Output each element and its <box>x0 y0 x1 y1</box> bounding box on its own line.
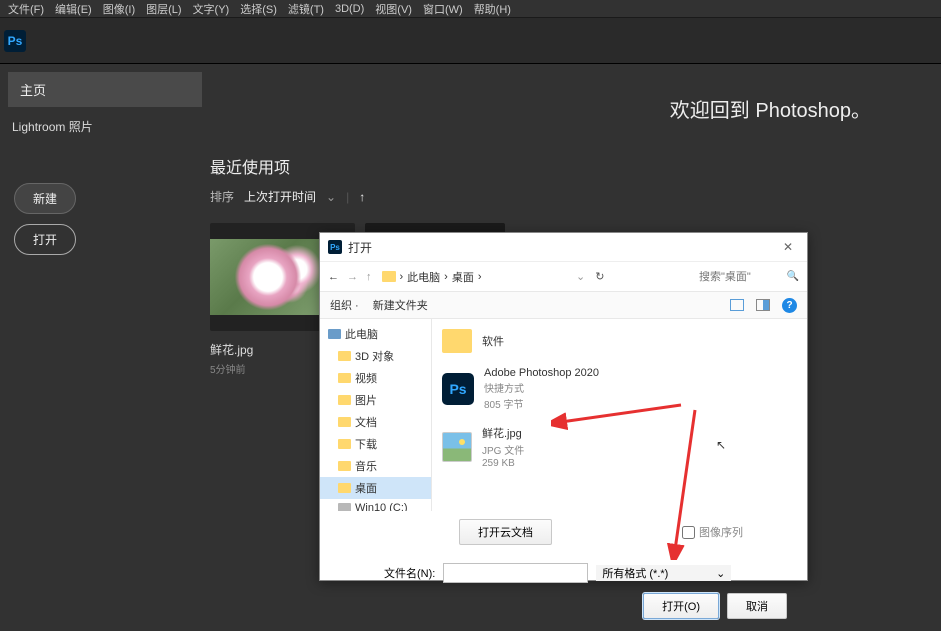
crumb-desktop[interactable]: 桌面 <box>452 269 474 285</box>
dialog-navbar: ← → ↑ › 此电脑 › 桌面 › ⌄ ↻ 🔍 <box>320 261 807 291</box>
dropdown-icon[interactable]: ⌄ <box>576 270 585 283</box>
ps-file-icon: Ps <box>442 373 474 405</box>
recent-title: 最近使用项 <box>210 154 941 178</box>
crumb-pc[interactable]: 此电脑 <box>407 269 440 285</box>
folder-icon <box>338 417 351 427</box>
tree-this-pc[interactable]: 此电脑 <box>320 323 431 345</box>
menu-window[interactable]: 窗口(W) <box>423 1 463 17</box>
dialog-footer: 打开云文档 图像序列 文件名(N): 所有格式 (*.*)⌄ 打开(O) 取消 <box>320 511 807 627</box>
search-input[interactable] <box>699 271 799 283</box>
close-icon[interactable]: ✕ <box>777 240 799 254</box>
dialog-toolbar: 组织 · 新建文件夹 ? <box>320 291 807 319</box>
view-mode-icon[interactable] <box>730 299 744 311</box>
folder-tree: 此电脑 3D 对象 视频 图片 文档 下载 音乐 桌面 Win10 (C:) <box>320 319 432 511</box>
chevron-down-icon[interactable]: ⌄ <box>326 190 336 204</box>
file-kind: JPG 文件 <box>482 442 524 457</box>
crumb-sep: › <box>400 271 404 283</box>
new-button[interactable]: 新建 <box>14 183 76 214</box>
dialog-title: 打开 <box>348 239 372 256</box>
tree-documents[interactable]: 文档 <box>320 411 431 433</box>
menu-filter[interactable]: 滤镜(T) <box>288 1 324 17</box>
home-sidebar: 主页 Lightroom 照片 新建 打开 <box>0 64 210 631</box>
menu-3d[interactable]: 3D(D) <box>335 3 364 15</box>
menu-layer[interactable]: 图层(L) <box>146 1 181 17</box>
new-folder-button[interactable]: 新建文件夹 <box>373 297 428 313</box>
search-icon[interactable]: 🔍 <box>787 271 799 282</box>
cancel-button[interactable]: 取消 <box>727 593 787 619</box>
dialog-body: 此电脑 3D 对象 视频 图片 文档 下载 音乐 桌面 Win10 (C:) 软… <box>320 319 807 511</box>
open-dialog: Ps 打开 ✕ ← → ↑ › 此电脑 › 桌面 › ⌄ ↻ 🔍 组织 · 新建… <box>319 232 808 581</box>
help-icon[interactable]: ? <box>782 298 797 313</box>
ps-logo-icon[interactable]: Ps <box>4 30 26 52</box>
file-name: 软件 <box>482 333 504 349</box>
dialog-titlebar: Ps 打开 ✕ <box>320 233 807 261</box>
menu-help[interactable]: 帮助(H) <box>474 1 511 17</box>
menu-file[interactable]: 文件(F) <box>8 1 44 17</box>
file-name: 鲜花.jpg <box>482 425 524 441</box>
file-size: 259 KB <box>482 458 524 469</box>
open-confirm-button[interactable]: 打开(O) <box>643 593 719 619</box>
folder-icon <box>442 329 472 353</box>
breadcrumb[interactable]: › 此电脑 › 桌面 › <box>382 269 482 285</box>
folder-icon <box>338 395 351 405</box>
tree-pictures[interactable]: 图片 <box>320 389 431 411</box>
refresh-icon[interactable]: ↻ <box>595 270 604 283</box>
file-software-folder[interactable]: 软件 <box>442 325 797 357</box>
filetype-filter[interactable]: 所有格式 (*.*)⌄ <box>596 565 731 581</box>
sort-direction-icon[interactable]: ↑ <box>359 190 365 204</box>
menu-type[interactable]: 文字(Y) <box>193 1 230 17</box>
file-photoshop-shortcut[interactable]: Ps Adobe Photoshop 2020 快捷方式 805 字节 <box>442 363 797 415</box>
folder-icon <box>338 351 351 361</box>
folder-icon <box>338 461 351 471</box>
folder-icon <box>382 271 396 282</box>
crumb-sep: › <box>444 271 448 283</box>
home-tab[interactable]: 主页 <box>8 72 202 107</box>
pc-icon <box>328 329 341 339</box>
file-name: Adobe Photoshop 2020 <box>484 367 599 379</box>
divider: | <box>346 190 349 204</box>
sort-row: 排序 上次打开时间 ⌄ | ↑ <box>210 188 941 205</box>
welcome-text: 欢迎回到 Photoshop。 <box>670 94 871 123</box>
folder-icon <box>338 439 351 449</box>
image-sequence-checkbox[interactable]: 图像序列 <box>682 524 743 540</box>
menu-image[interactable]: 图像(I) <box>103 1 135 17</box>
menu-edit[interactable]: 编辑(E) <box>55 1 92 17</box>
sort-value[interactable]: 上次打开时间 <box>244 188 316 205</box>
open-cloud-button[interactable]: 打开云文档 <box>459 519 552 545</box>
image-file-icon <box>442 432 472 462</box>
checkbox-input[interactable] <box>682 526 695 539</box>
file-flower-jpg[interactable]: 鲜花.jpg JPG 文件 259 KB <box>442 421 797 473</box>
crumb-sep: › <box>478 271 482 283</box>
menu-bar: 文件(F) 编辑(E) 图像(I) 图层(L) 文字(Y) 选择(S) 滤镜(T… <box>0 0 941 18</box>
disk-icon <box>338 503 351 511</box>
nav-up-icon[interactable]: ↑ <box>366 271 372 283</box>
organize-button[interactable]: 组织 · <box>330 297 359 313</box>
tree-videos[interactable]: 视频 <box>320 367 431 389</box>
app-toolbar: Ps <box>0 18 941 64</box>
tree-music[interactable]: 音乐 <box>320 455 431 477</box>
open-button[interactable]: 打开 <box>14 224 76 255</box>
menu-view[interactable]: 视图(V) <box>375 1 412 17</box>
file-kind: 快捷方式 <box>484 380 599 395</box>
folder-icon <box>338 483 351 493</box>
filename-label: 文件名(N): <box>384 565 435 581</box>
filename-input[interactable] <box>443 563 588 583</box>
nav-back-icon[interactable]: ← <box>328 271 339 283</box>
file-size: 805 字节 <box>484 396 599 411</box>
tree-win10-c[interactable]: Win10 (C:) <box>320 499 431 511</box>
tree-3d-objects[interactable]: 3D 对象 <box>320 345 431 367</box>
nav-forward-icon[interactable]: → <box>347 271 358 283</box>
sort-label: 排序 <box>210 188 234 205</box>
lightroom-link[interactable]: Lightroom 照片 <box>8 110 202 143</box>
folder-icon <box>338 373 351 383</box>
preview-pane-icon[interactable] <box>756 299 770 311</box>
tree-downloads[interactable]: 下载 <box>320 433 431 455</box>
tree-desktop[interactable]: 桌面 <box>320 477 431 499</box>
file-list: 软件 Ps Adobe Photoshop 2020 快捷方式 805 字节 鲜… <box>432 319 807 511</box>
ps-logo-small-icon: Ps <box>328 240 342 254</box>
menu-select[interactable]: 选择(S) <box>240 1 277 17</box>
